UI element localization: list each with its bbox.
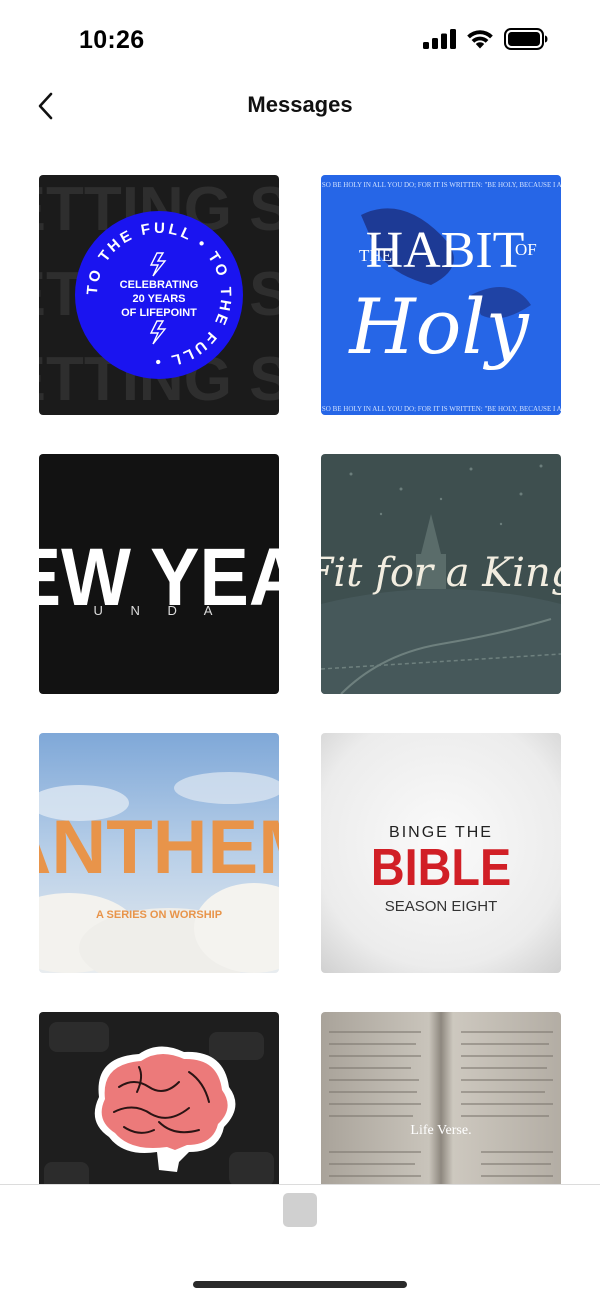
binge-the-bible-artwork: BINGE THE BIBLE SEASON EIGHT [321,733,561,973]
mini-player-thumbnail[interactable] [283,1193,317,1227]
message-tile-to-the-full[interactable]: JUST GETTING STARTED JUST GETTING STARTE… [39,175,279,415]
message-tile-new-year-sunday[interactable]: EW YEA U N D A [39,454,279,694]
status-icons [423,28,548,50]
messages-grid: JUST GETTING STARTED JUST GETTING STARTE… [39,175,561,1185]
brain-artwork [39,1012,279,1185]
message-tile-life-verse[interactable]: Life Verse. [321,1012,561,1185]
sunday-text: U N D A [94,603,225,618]
anthem-text: ANTHEM [39,805,279,890]
message-tile-habit-of-holy[interactable]: BE HOLY, SO BE HOLY IN ALL YOU DO; FOR I… [321,175,561,415]
page-title: Messages [247,92,353,117]
habit-text: HABIT [366,222,525,279]
center-text-1: CELEBRATING [120,279,199,291]
cellular-signal-icon [423,29,456,49]
life-verse-artwork: Life Verse. [321,1012,561,1185]
of-text: OF [515,240,537,259]
bottom-bar [0,1185,600,1300]
message-tile-anthem[interactable]: ANTHEM A SERIES ON WORSHIP [39,733,279,973]
season-eight-text: SEASON EIGHT [385,898,498,915]
status-bar: 10:26 [0,0,600,80]
battery-icon [504,28,548,50]
anthem-subtitle: A SERIES ON WORSHIP [96,909,222,921]
navigation-bar: Messages [0,80,600,132]
message-tile-fit-for-a-king[interactable]: Fit for a King [321,454,561,694]
holy-script-text: Holy [347,282,529,371]
habit-of-holy-artwork: BE HOLY, SO BE HOLY IN ALL YOU DO; FOR I… [321,175,561,415]
to-the-full-artwork: JUST GETTING STARTED JUST GETTING STARTE… [39,175,279,415]
cloud-2 [174,772,279,804]
fit-for-a-king-text: Fit for a King [321,550,561,596]
message-tile-brain[interactable] [39,1012,279,1185]
banner-text-bottom: BE HOLY, SO BE HOLY IN ALL YOU DO; FOR I… [321,405,561,413]
fit-for-a-king-artwork: Fit for a King [321,454,561,694]
center-text-2: 20 YEARS [133,293,186,305]
banner-text-top: BE HOLY, SO BE HOLY IN ALL YOU DO; FOR I… [321,181,561,189]
new-year-sunday-artwork: EW YEA U N D A [39,454,279,694]
center-text-3: OF LIFEPOINT [121,307,197,319]
bible-text: BIBLE [371,839,511,897]
wifi-icon [467,30,493,49]
message-tile-binge-the-bible[interactable]: BINGE THE BIBLE SEASON EIGHT [321,733,561,973]
status-time: 10:26 [79,26,145,54]
home-indicator[interactable] [193,1281,407,1288]
anthem-artwork: ANTHEM A SERIES ON WORSHIP [39,733,279,973]
hill-shape [321,589,561,694]
life-verse-logo: Life Verse. [410,1123,471,1138]
